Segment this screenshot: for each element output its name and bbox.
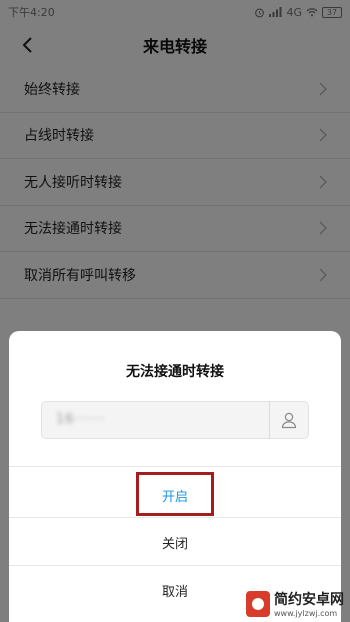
- alarm-icon: [255, 8, 265, 17]
- chevron-right-icon: [319, 128, 327, 142]
- page-title: 来电转接: [142, 37, 207, 56]
- divider: [9, 517, 341, 518]
- watermark-text: 简约安卓网 www.jylzwj.com: [274, 589, 344, 618]
- contact-icon[interactable]: [279, 410, 299, 430]
- watermark-logo-icon: [246, 590, 270, 617]
- status-icons: 4G 37: [254, 6, 342, 19]
- network-type: 4G: [286, 5, 302, 19]
- signal-icon: [269, 7, 282, 17]
- disable-button[interactable]: 关闭: [9, 521, 341, 563]
- forwarding-menu: 始终转接 占线时转接 无人接听时转接 无法接通时转接 取消所有呼叫转移: [0, 66, 350, 299]
- menu-item-no-answer-forward[interactable]: 无人接听时转接: [0, 159, 350, 206]
- back-arrow-icon[interactable]: [18, 35, 38, 55]
- title-bar: 来电转接: [0, 24, 350, 66]
- phone-number-field[interactable]: 16······: [41, 401, 309, 439]
- chevron-right-icon: [319, 268, 327, 282]
- menu-item-label: 无法接通时转接: [24, 221, 122, 238]
- status-bar: 下午4:20 4G 37: [0, 0, 350, 24]
- divider: [9, 565, 341, 566]
- chevron-right-icon: [319, 82, 327, 96]
- menu-item-label: 始终转接: [24, 81, 80, 98]
- battery-icon: 37: [322, 6, 342, 18]
- watermark-name: 简约安卓网: [274, 592, 344, 608]
- dialog-title: 无法接通时转接: [126, 364, 224, 380]
- watermark-url: www.jylzwj.com: [274, 609, 338, 618]
- status-time: 下午4:20: [8, 6, 55, 19]
- field-divider: [269, 402, 270, 438]
- watermark: 简约安卓网 www.jylzwj.com: [246, 589, 344, 618]
- menu-item-label: 无人接听时转接: [24, 174, 122, 191]
- enable-button[interactable]: 开启: [9, 474, 341, 516]
- menu-item-label: 取消所有呼叫转移: [24, 267, 136, 284]
- menu-item-busy-forward[interactable]: 占线时转接: [0, 113, 350, 159]
- menu-item-label: 占线时转接: [24, 128, 94, 145]
- menu-item-cancel-all-forward[interactable]: 取消所有呼叫转移: [0, 252, 350, 299]
- wifi-icon: [306, 8, 318, 17]
- menu-item-always-forward[interactable]: 始终转接: [0, 66, 350, 113]
- menu-item-unreachable-forward[interactable]: 无法接通时转接: [0, 206, 350, 252]
- divider: [9, 466, 341, 467]
- chevron-right-icon: [319, 221, 327, 235]
- forward-dialog: 无法接通时转接 16······ 开启 关闭 取消: [9, 331, 341, 622]
- phone-number-value: 16······: [56, 412, 106, 427]
- chevron-right-icon: [319, 175, 327, 189]
